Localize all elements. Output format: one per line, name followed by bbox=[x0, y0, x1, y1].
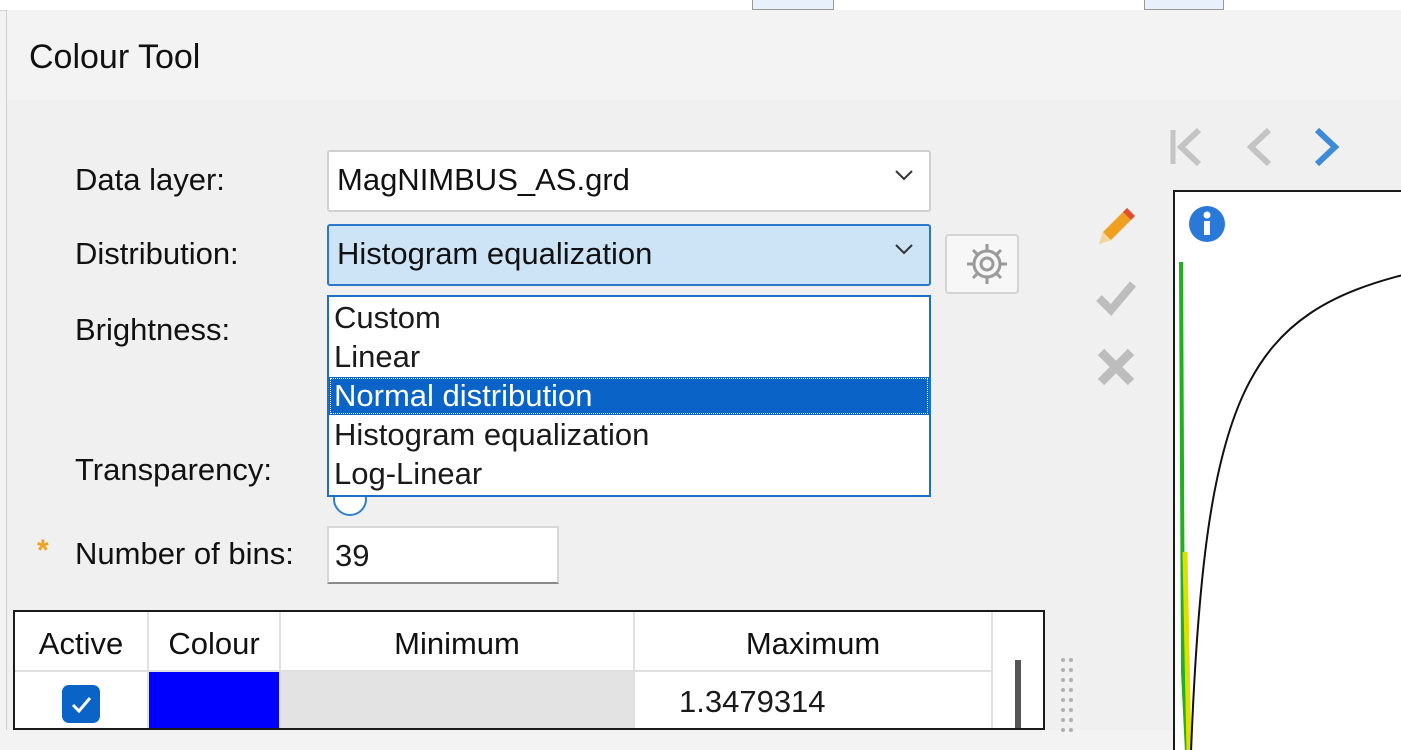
chevron-down-icon bbox=[895, 244, 913, 255]
colour-tool-window: Colour Tool Data layer: MagNIMBUS_AS.grd… bbox=[6, 10, 1401, 750]
option-histogram-equalization[interactable]: Histogram equalization bbox=[329, 416, 929, 454]
first-page-icon[interactable] bbox=[1167, 124, 1211, 170]
column-header-active[interactable]: Active bbox=[15, 612, 149, 672]
data-layer-select[interactable]: MagNIMBUS_AS.grd bbox=[327, 150, 931, 212]
distribution-value: Histogram equalization bbox=[337, 236, 653, 271]
colour-bins-table: Active Colour Minimum Maximum 1.3479314 bbox=[13, 610, 1045, 730]
colour-swatch[interactable] bbox=[149, 672, 281, 728]
brightness-label: Brightness: bbox=[75, 312, 231, 347]
splitter-grip[interactable] bbox=[1059, 656, 1075, 736]
gear-icon bbox=[967, 244, 1007, 284]
close-icon[interactable] bbox=[1091, 342, 1141, 392]
distribution-label: Distribution: bbox=[75, 236, 239, 271]
distribution-dropdown-list: Custom Linear Normal distribution Histog… bbox=[327, 295, 931, 497]
bins-label: Number of bins: bbox=[75, 536, 294, 571]
title-bar: Colour Tool bbox=[7, 10, 1401, 100]
active-checkbox[interactable] bbox=[61, 684, 101, 724]
distribution-curve bbox=[1179, 261, 1401, 750]
minimum-cell[interactable] bbox=[281, 672, 635, 728]
option-normal-distribution[interactable]: Normal distribution bbox=[329, 377, 929, 415]
column-header-maximum[interactable]: Maximum bbox=[635, 612, 993, 672]
previous-icon[interactable] bbox=[1239, 124, 1283, 170]
window-title: Colour Tool bbox=[29, 38, 201, 76]
column-header-minimum[interactable]: Minimum bbox=[281, 612, 635, 672]
chevron-down-icon bbox=[895, 170, 913, 181]
transparency-label: Transparency: bbox=[75, 452, 272, 487]
required-marker: * bbox=[37, 534, 49, 567]
maximum-cell[interactable]: 1.3479314 bbox=[635, 672, 993, 728]
checkmark-icon[interactable] bbox=[1091, 272, 1141, 322]
colour-tool-panel: Data layer: MagNIMBUS_AS.grd Distributio… bbox=[7, 100, 1401, 750]
option-linear[interactable]: Linear bbox=[329, 338, 929, 376]
toolbar-button[interactable] bbox=[1144, 0, 1224, 10]
maximum-value: 1.3479314 bbox=[679, 684, 826, 719]
option-custom[interactable]: Custom bbox=[329, 299, 929, 337]
table-cell-active bbox=[15, 672, 149, 728]
data-layer-value: MagNIMBUS_AS.grd bbox=[337, 162, 630, 197]
distribution-settings-button[interactable] bbox=[945, 234, 1019, 294]
info-icon[interactable] bbox=[1187, 204, 1227, 244]
distribution-select[interactable]: Histogram equalization bbox=[327, 224, 931, 286]
next-icon[interactable] bbox=[1305, 124, 1349, 170]
bins-value: 39 bbox=[335, 538, 370, 573]
option-log-linear[interactable]: Log-Linear bbox=[329, 455, 929, 493]
data-layer-label: Data layer: bbox=[75, 162, 225, 197]
table-scrollbar[interactable] bbox=[1015, 660, 1021, 728]
pencil-icon[interactable] bbox=[1091, 200, 1141, 250]
column-header-colour[interactable]: Colour bbox=[149, 612, 281, 672]
toolbar-button[interactable] bbox=[752, 0, 834, 10]
bins-input[interactable]: 39 bbox=[327, 526, 559, 584]
distribution-preview bbox=[1173, 190, 1401, 750]
